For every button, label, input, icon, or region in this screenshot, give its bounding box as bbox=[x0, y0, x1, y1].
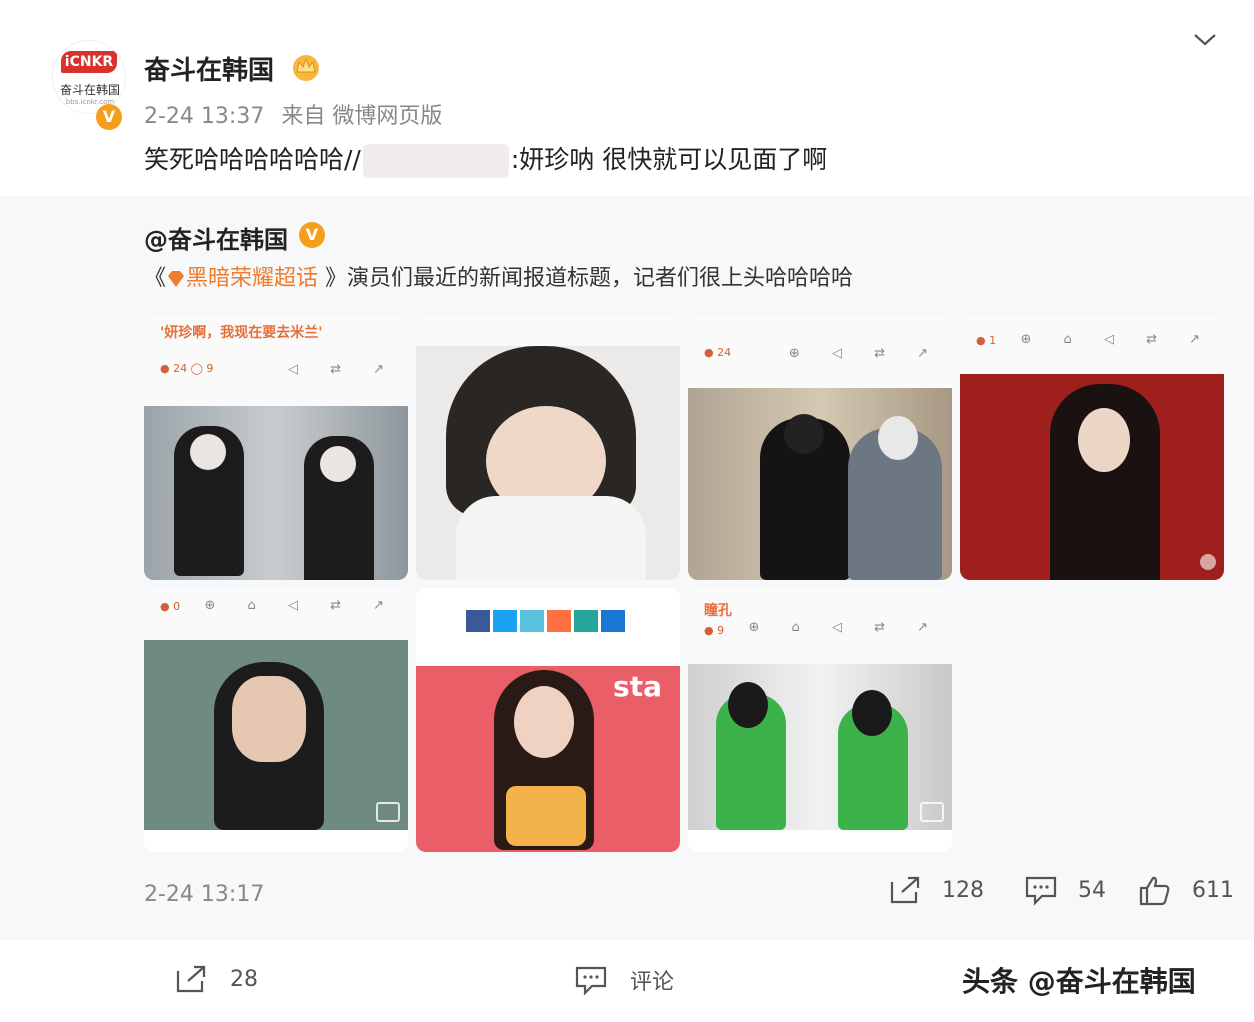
post-text-after: :妍珍呐 很快就可以见面了啊 bbox=[510, 145, 828, 174]
camera-icon bbox=[376, 802, 400, 822]
post-meta: 2-24 13:37 来自 微博网页版 bbox=[144, 98, 442, 130]
post-username[interactable]: 奋斗在韩国 bbox=[144, 50, 274, 87]
repost-text-body: 》演员们最近的新闻报道标题，记者们很上头哈哈哈哈 bbox=[318, 266, 854, 291]
image-headline: '妍珍啊，我现在要去米兰' bbox=[160, 325, 323, 341]
repost-like-count: 611 bbox=[1192, 877, 1234, 903]
post-text: 笑死哈哈哈哈哈哈// :妍珍呐 很快就可以见面了啊 bbox=[144, 140, 827, 178]
emoji-count: ● 1 bbox=[976, 334, 997, 347]
weibo-post-card: iCNKR 奋斗在韩国 bbs.icnkr.com V 奋斗在韩国 2-24 1… bbox=[0, 0, 1254, 1022]
next-arrow-icon[interactable] bbox=[1200, 554, 1216, 570]
repost-text: 《黑暗荣耀超话 》演员们最近的新闻报道标题，记者们很上头哈哈哈哈 bbox=[144, 260, 853, 292]
comment-button[interactable]: 评论 bbox=[574, 964, 674, 996]
image-thumbnail-2[interactable] bbox=[416, 316, 680, 580]
post-text-before: 笑死哈哈哈哈哈哈// bbox=[144, 145, 361, 174]
image-thumbnail-1[interactable]: '妍珍啊，我现在要去米兰' ● 24 ◯ 9 ◁ ⇄ ↗ bbox=[144, 316, 408, 580]
post-source: 来自 微博网页版 bbox=[281, 104, 443, 129]
repost-date: 2-24 13:17 bbox=[144, 882, 265, 907]
repost-username[interactable]: @奋斗在韩国 bbox=[144, 220, 288, 255]
toolbar-icons: ⊕ ◁ ⇄ ↗ bbox=[788, 346, 942, 361]
toolbar-icons: ⊕ ⌂ ◁ ⇄ ↗ bbox=[1020, 332, 1214, 347]
camera-icon bbox=[920, 802, 944, 822]
post-timestamp: 2-24 13:37 bbox=[144, 104, 265, 129]
emoji-count: ● 0 bbox=[160, 600, 181, 613]
emoji-count: ● 24 ◯ 9 bbox=[160, 362, 214, 375]
repost-comment-button[interactable]: 54 bbox=[1024, 874, 1106, 906]
image-thumbnail-4[interactable]: ● 1 ⊕ ⌂ ◁ ⇄ ↗ bbox=[960, 316, 1224, 580]
topic-link[interactable]: 黑暗荣耀超话 bbox=[186, 266, 318, 291]
verified-badge-icon: V bbox=[96, 104, 122, 130]
share-icon bbox=[890, 876, 920, 904]
avatar[interactable]: iCNKR 奋斗在韩国 bbs.icnkr.com bbox=[52, 40, 126, 114]
emoji-count: ● 24 bbox=[704, 346, 732, 359]
comment-icon bbox=[1025, 876, 1057, 906]
share-icon bbox=[176, 965, 206, 993]
avatar-logo: iCNKR bbox=[61, 51, 117, 73]
toolbar-icons: ⊕ ⌂ ◁ ⇄ ↗ bbox=[748, 620, 942, 635]
magazine-logo: sta bbox=[613, 670, 662, 703]
repost-like-button[interactable]: 611 bbox=[1138, 874, 1234, 906]
share-strip bbox=[466, 610, 625, 632]
diamond-icon bbox=[168, 271, 185, 287]
image-thumbnail-6[interactable]: sta bbox=[416, 588, 680, 852]
blurred-username bbox=[362, 144, 509, 178]
comment-label: 评论 bbox=[630, 970, 675, 995]
share-button[interactable]: 28 bbox=[174, 964, 258, 994]
toolbar-icons: ⊕ ⌂ ◁ ⇄ ↗ bbox=[204, 598, 398, 613]
chevron-down-icon[interactable] bbox=[1192, 28, 1218, 50]
share-count: 28 bbox=[230, 966, 258, 992]
avatar-logo-subtitle: 奋斗在韩国 bbox=[59, 83, 120, 97]
image-thumbnail-5[interactable]: ● 0 ⊕ ⌂ ◁ ⇄ ↗ bbox=[144, 588, 408, 852]
open-bracket: 《 bbox=[144, 266, 167, 291]
watermark: 头条 @奋斗在韩国 bbox=[962, 965, 1196, 998]
repost-share-count: 128 bbox=[942, 877, 984, 903]
image-headline: 瞳孔 bbox=[704, 603, 732, 619]
repost-comment-count: 54 bbox=[1078, 877, 1106, 903]
repost-share-button[interactable]: 128 bbox=[888, 874, 984, 906]
emoji-count: ● 9 bbox=[704, 624, 725, 637]
toolbar-icons: ◁ ⇄ ↗ bbox=[287, 362, 398, 377]
crown-icon bbox=[293, 55, 319, 81]
image-thumbnail-3[interactable]: ● 24 ⊕ ◁ ⇄ ↗ bbox=[688, 316, 952, 580]
thumbs-up-icon bbox=[1139, 876, 1170, 906]
verified-badge-icon: V bbox=[299, 222, 325, 248]
comment-icon bbox=[575, 966, 607, 995]
image-thumbnail-7[interactable]: 瞳孔 ● 9 ⊕ ⌂ ◁ ⇄ ↗ bbox=[688, 588, 952, 852]
